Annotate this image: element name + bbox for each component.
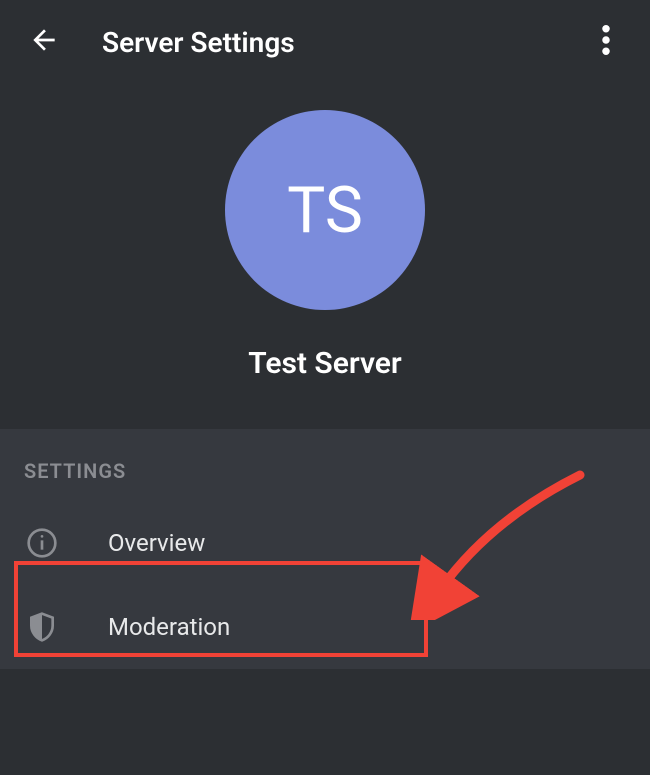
menu-item-overview[interactable]: Overview xyxy=(0,501,650,585)
back-arrow-icon xyxy=(28,24,60,60)
more-vertical-icon xyxy=(602,25,610,59)
settings-section: SETTINGS Overview Moderation xyxy=(0,429,650,669)
menu-item-label: Moderation xyxy=(108,613,230,641)
app-header: Server Settings xyxy=(0,0,650,84)
menu-item-label: Overview xyxy=(108,529,205,557)
back-button[interactable] xyxy=(24,22,64,62)
menu-item-moderation[interactable]: Moderation xyxy=(0,585,650,669)
server-name: Test Server xyxy=(248,346,401,381)
server-info-section: TS Test Server xyxy=(0,84,650,429)
settings-section-label: SETTINGS xyxy=(0,459,650,501)
more-options-button[interactable] xyxy=(586,22,626,62)
page-title: Server Settings xyxy=(102,26,295,59)
shield-icon xyxy=(24,609,60,645)
info-icon xyxy=(24,525,60,561)
server-avatar[interactable]: TS xyxy=(225,110,425,310)
avatar-initials: TS xyxy=(287,173,363,248)
